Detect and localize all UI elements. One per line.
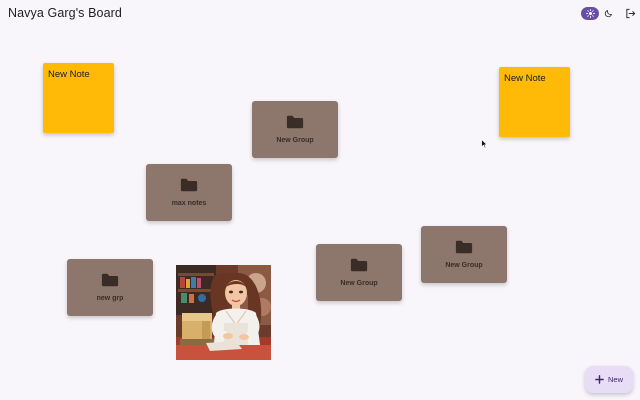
group-card[interactable]: New Group bbox=[316, 244, 402, 301]
board-title: Navya Garg's Board bbox=[8, 6, 122, 20]
group-card[interactable]: New Group bbox=[421, 226, 507, 283]
note-title: New Note bbox=[48, 69, 90, 80]
group-label: New Group bbox=[445, 262, 483, 269]
folder-icon bbox=[180, 178, 198, 192]
mouse-cursor-icon bbox=[481, 139, 488, 149]
new-item-button[interactable]: New bbox=[585, 366, 633, 393]
image-card[interactable] bbox=[176, 265, 271, 360]
group-card[interactable]: new grp bbox=[67, 259, 153, 316]
folder-icon bbox=[286, 115, 304, 129]
board-page: Navya Garg's Board New Note New Note New… bbox=[0, 0, 640, 400]
group-label: New Group bbox=[340, 280, 378, 287]
note-title: New Note bbox=[504, 73, 546, 84]
light-mode-button[interactable] bbox=[581, 7, 599, 20]
folder-icon bbox=[101, 273, 119, 287]
group-label: new grp bbox=[96, 295, 124, 302]
new-button-label: New bbox=[607, 375, 623, 384]
seamstress-illustration bbox=[176, 265, 271, 360]
sun-icon bbox=[585, 9, 595, 18]
moon-icon bbox=[604, 10, 612, 18]
logout-button[interactable] bbox=[624, 7, 636, 19]
logout-icon bbox=[625, 8, 635, 18]
dark-mode-button[interactable] bbox=[599, 7, 617, 20]
group-label: max notes bbox=[171, 200, 207, 207]
folder-icon bbox=[455, 240, 473, 254]
theme-toggle[interactable] bbox=[581, 7, 617, 20]
group-label: New Group bbox=[276, 137, 314, 144]
sticky-note[interactable]: New Note bbox=[43, 63, 114, 133]
plus-icon bbox=[595, 375, 604, 384]
sticky-note[interactable]: New Note bbox=[499, 67, 570, 137]
group-card[interactable]: New Group bbox=[252, 101, 338, 158]
folder-icon bbox=[350, 258, 368, 272]
group-card[interactable]: max notes bbox=[146, 164, 232, 221]
